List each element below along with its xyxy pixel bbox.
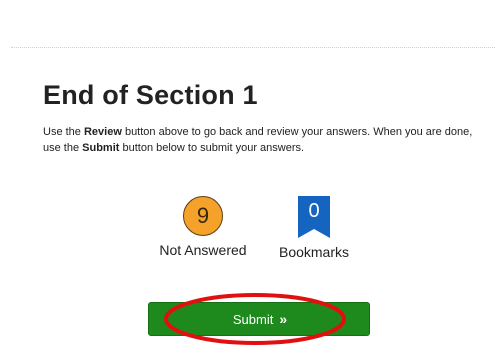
submit-button[interactable]: Submit » [148,302,370,336]
submit-button-label: Submit [232,311,274,327]
submit-keyword: Submit [82,142,120,154]
top-divider [11,47,495,48]
bookmarks-count: 0 [308,200,320,222]
review-keyword: Review [83,126,122,138]
bookmarks-label: Bookmarks [278,244,350,260]
page-title: End of Section 1 [43,80,258,110]
instructions-text: Use the Review button above to go back a… [43,124,473,156]
bookmarks-stat: 0 Bookmarks [259,196,369,260]
instructions-part-3: button below to submit your answers. [119,142,305,154]
double-chevron-right-icon: » [279,311,287,327]
instructions-part-1: Use the [43,126,84,138]
not-answered-label: Not Answered [159,242,247,258]
not-answered-count-badge: 9 [183,196,223,236]
bookmark-icon: 0 [296,196,332,238]
end-of-section-page: End of Section 1 Use the Review button a… [0,0,495,358]
not-answered-stat: 9 Not Answered [148,196,258,258]
